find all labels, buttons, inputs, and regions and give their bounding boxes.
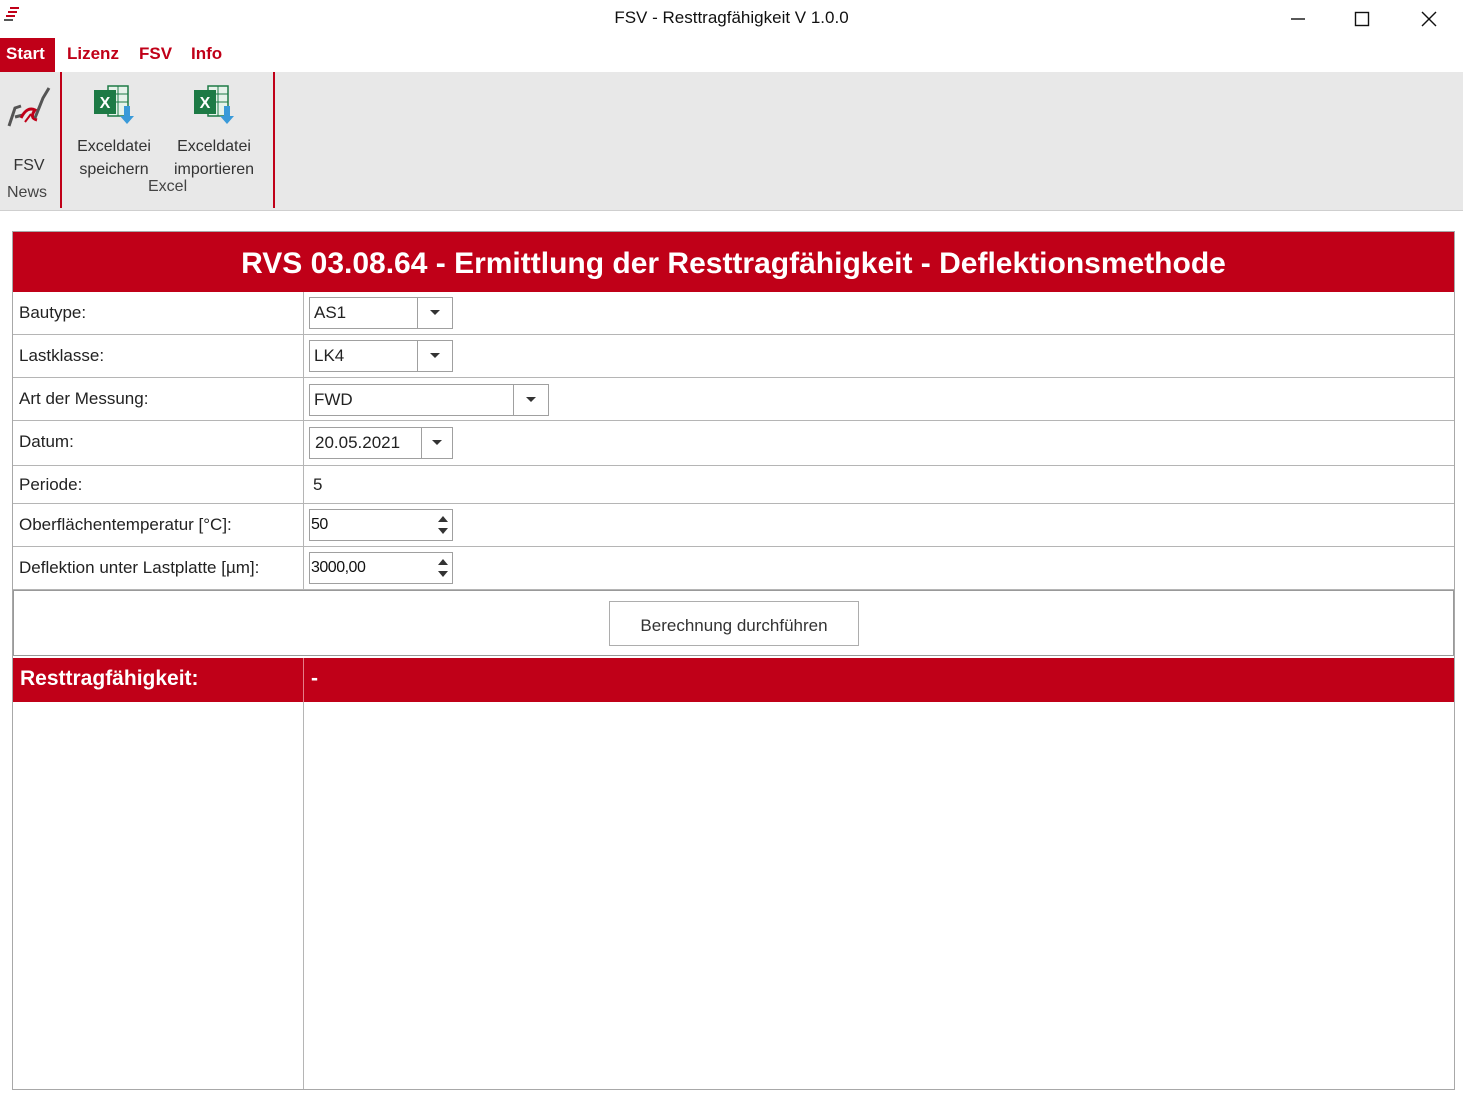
- result-separator: [303, 658, 304, 702]
- messung-dropdown[interactable]: FWD: [309, 384, 549, 416]
- lastklasse-dropdown-toggle[interactable]: [417, 341, 452, 371]
- datum-value: 20.05.2021: [315, 433, 401, 452]
- row-bautype: Bautype: AS1: [13, 292, 1454, 335]
- output-values-area: [304, 702, 1454, 1088]
- svg-text:X: X: [100, 95, 111, 112]
- tab-start[interactable]: Start: [0, 38, 55, 72]
- lastklasse-label: Lastklasse:: [19, 346, 105, 365]
- calculate-button[interactable]: Berechnung durchführen: [609, 601, 859, 646]
- temperatur-stepper-buttons[interactable]: [434, 510, 452, 540]
- excel-import-label-1: Exceldatei: [177, 138, 251, 155]
- fsv-logo-icon: [7, 87, 51, 127]
- deflektion-stepper-buttons[interactable]: [434, 553, 452, 583]
- temperatur-value: 50: [311, 516, 328, 533]
- ribbon-tabs: Start Lizenz FSV Info: [0, 38, 1463, 72]
- calculate-panel: Berechnung durchführen: [13, 590, 1454, 656]
- group-separator: [60, 72, 62, 208]
- stepper-arrows-icon: [438, 516, 448, 534]
- excel-export-icon: X: [94, 85, 134, 124]
- datum-label: Datum:: [19, 432, 74, 451]
- datum-picker[interactable]: 20.05.2021: [309, 427, 453, 459]
- lastklasse-value: LK4: [314, 346, 345, 365]
- lastklasse-dropdown[interactable]: LK4: [309, 340, 453, 372]
- messung-value: FWD: [314, 390, 353, 409]
- stepper-arrows-icon: [438, 559, 448, 577]
- deflektion-label: Deflektion unter Lastplatte [µm]:: [19, 558, 260, 577]
- tab-fsv[interactable]: FSV: [133, 38, 178, 72]
- bautype-dropdown[interactable]: AS1: [309, 297, 453, 329]
- chevron-down-icon: [432, 440, 442, 445]
- group-label-excel: Excel: [148, 178, 188, 195]
- deflektion-stepper[interactable]: 3000,00: [309, 552, 453, 584]
- result-label: Resttragfähigkeit:: [20, 667, 199, 690]
- output-labels-area: [13, 702, 303, 1088]
- row-periode: Periode: 5: [13, 466, 1454, 504]
- result-value: -: [311, 667, 318, 690]
- maximize-icon: [1354, 11, 1370, 27]
- messung-dropdown-toggle[interactable]: [513, 385, 548, 415]
- maximize-button[interactable]: [1330, 0, 1394, 38]
- tab-lizenz[interactable]: Lizenz: [61, 38, 125, 72]
- excel-import-icon: X: [194, 85, 234, 124]
- row-messung: Art der Messung: FWD: [13, 378, 1454, 421]
- datum-picker-toggle[interactable]: [421, 428, 452, 458]
- calculation-form: RVS 03.08.64 - Ermittlung der Resttragfä…: [12, 231, 1455, 1090]
- chevron-down-icon: [526, 397, 536, 402]
- temperatur-label: Oberflächentemperatur [°C]:: [19, 515, 232, 534]
- excel-import-button[interactable]: X Exceldatei importieren: [165, 80, 263, 181]
- close-icon: [1421, 11, 1437, 27]
- excel-save-button[interactable]: X Exceldatei speichern: [68, 80, 160, 181]
- row-datum: Datum: 20.05.2021: [13, 421, 1454, 466]
- ribbon: FSV News X Exceldatei speichern X Exceld…: [0, 72, 1463, 211]
- chevron-down-icon: [430, 310, 440, 315]
- periode-value: 5: [313, 475, 323, 494]
- group-label-news: News: [7, 184, 48, 201]
- fsv-news-label: FSV: [13, 157, 45, 174]
- close-button[interactable]: [1397, 0, 1461, 38]
- form-title: RVS 03.08.64 - Ermittlung der Resttragfä…: [13, 232, 1454, 292]
- row-lastklasse: Lastklasse: LK4: [13, 335, 1454, 378]
- excel-save-label-2: speichern: [79, 161, 149, 178]
- bautype-label: Bautype:: [19, 303, 87, 322]
- messung-label: Art der Messung:: [19, 389, 149, 408]
- bautype-dropdown-toggle[interactable]: [417, 298, 452, 328]
- svg-text:X: X: [200, 95, 211, 112]
- deflektion-value: 3000,00: [311, 559, 366, 576]
- minimize-icon: [1291, 18, 1305, 20]
- temperatur-stepper[interactable]: 50: [309, 509, 453, 541]
- minimize-button[interactable]: [1266, 0, 1330, 38]
- periode-label: Periode:: [19, 475, 83, 494]
- result-bar: Resttragfähigkeit: -: [13, 658, 1454, 702]
- excel-save-label-1: Exceldatei: [77, 138, 151, 155]
- tab-info[interactable]: Info: [185, 38, 228, 72]
- title-bar: FSV - Resttragfähigkeit V 1.0.0: [0, 0, 1463, 38]
- window-title: FSV - Resttragfähigkeit V 1.0.0: [614, 8, 849, 27]
- chevron-down-icon: [430, 353, 440, 358]
- bautype-value: AS1: [314, 303, 347, 322]
- fsv-news-button[interactable]: FSV: [2, 84, 56, 177]
- row-temperatur: Oberflächentemperatur [°C]: 50: [13, 504, 1454, 547]
- group-separator: [273, 72, 275, 208]
- row-deflektion: Deflektion unter Lastplatte [µm]: 3000,0…: [13, 547, 1454, 590]
